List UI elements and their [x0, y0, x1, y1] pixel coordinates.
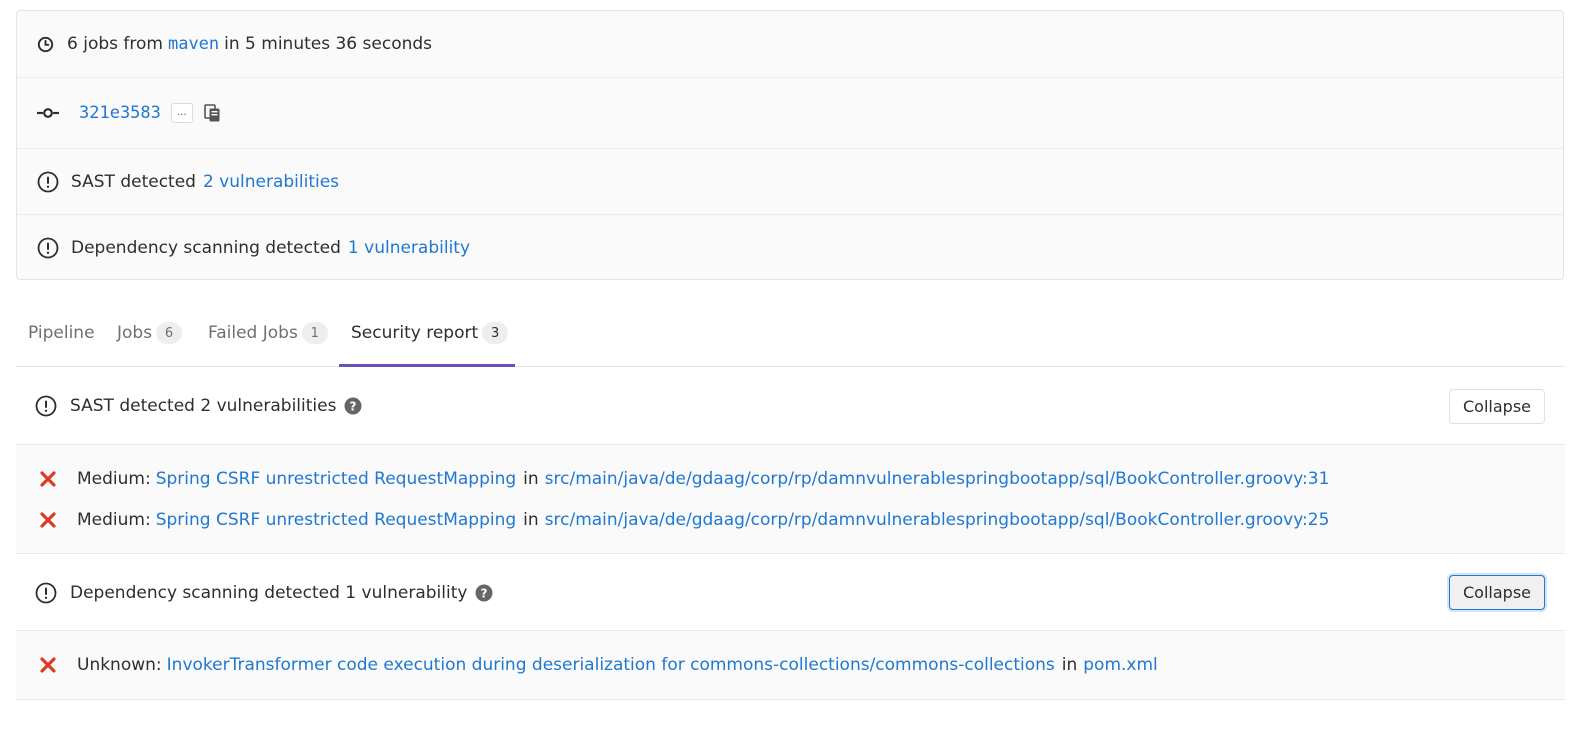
dependency-summary-text: Dependency scanning detected	[71, 238, 341, 258]
warning-circle-icon	[37, 171, 59, 193]
tab-label: Security report	[351, 323, 479, 343]
in-label: in	[523, 469, 539, 489]
tab-label: Jobs	[117, 323, 153, 343]
question-circle-icon[interactable]: ?	[475, 584, 493, 602]
vulnerability-title-link[interactable]: InvokerTransformer code execution during…	[167, 655, 1055, 675]
section-title: Dependency scanning detected 1 vulnerabi…	[70, 582, 468, 603]
active-tab-indicator	[339, 364, 515, 367]
list-item: Medium: Spring CSRF unrestricted Request…	[40, 507, 1565, 533]
sast-findings-list: Medium: Spring CSRF unrestricted Request…	[16, 445, 1565, 554]
close-icon	[40, 471, 60, 487]
duration-text: in 5 minutes 36 seconds	[224, 34, 433, 54]
list-item: Unknown: InvokerTransformer code executi…	[40, 652, 1565, 678]
svg-text:?: ?	[350, 399, 357, 413]
commit-icon	[37, 107, 59, 119]
warning-circle-icon	[37, 237, 59, 259]
commit-message-toggle-button[interactable]: ...	[170, 103, 193, 123]
branch-link[interactable]: maven	[168, 34, 219, 54]
vulnerability-title-link[interactable]: Spring CSRF unrestricted RequestMapping	[156, 510, 516, 530]
sast-vulnerabilities-link[interactable]: 2 vulnerabilities	[203, 172, 339, 192]
pipeline-duration-row: 6 jobs from maven in 5 minutes 36 second…	[17, 11, 1563, 78]
jobs-count-text: 6 jobs from	[67, 34, 163, 54]
dependency-findings-list: Unknown: InvokerTransformer code executi…	[16, 631, 1565, 700]
tab-jobs[interactable]: Jobs 6	[117, 300, 183, 366]
collapse-button[interactable]: Collapse	[1449, 575, 1545, 610]
tab-security-report[interactable]: Security report 3	[351, 300, 509, 366]
tab-count-badge: 6	[156, 322, 183, 344]
severity-label: Unknown:	[77, 655, 162, 675]
collapse-button[interactable]: Collapse	[1449, 388, 1545, 424]
tab-count-badge: 1	[301, 322, 328, 344]
in-label: in	[523, 510, 539, 530]
pipeline-tabs: Pipeline Jobs 6 Failed Jobs 1 Security r…	[16, 300, 1565, 367]
severity-label: Medium:	[77, 469, 151, 489]
warning-circle-icon	[35, 395, 57, 417]
copy-icon[interactable]	[203, 103, 223, 123]
tab-count-badge: 3	[482, 322, 509, 344]
commit-row: 321e3583 ...	[17, 78, 1563, 149]
close-icon	[40, 657, 60, 673]
dependency-vulnerability-link[interactable]: 1 vulnerability	[348, 238, 470, 258]
sast-summary-text: SAST detected	[71, 171, 196, 192]
question-circle-icon[interactable]: ?	[344, 397, 362, 415]
close-icon	[40, 512, 60, 528]
sast-section-header: SAST detected 2 vulnerabilities ? Collap…	[16, 368, 1565, 445]
in-label: in	[1061, 655, 1078, 675]
commit-sha-link[interactable]: 321e3583	[79, 103, 161, 123]
pipeline-info-card: 6 jobs from maven in 5 minutes 36 second…	[16, 10, 1564, 280]
vulnerability-title-link[interactable]: Spring CSRF unrestricted RequestMapping	[156, 469, 516, 489]
tab-failed-jobs[interactable]: Failed Jobs 1	[208, 300, 328, 366]
file-path-link[interactable]: pom.xml	[1083, 655, 1158, 675]
list-item: Medium: Spring CSRF unrestricted Request…	[40, 466, 1565, 492]
file-path-link[interactable]: src/main/java/de/gdaag/corp/rp/damnvulne…	[545, 469, 1330, 489]
svg-text:?: ?	[481, 586, 488, 600]
section-title: SAST detected 2 vulnerabilities	[70, 396, 337, 416]
severity-label: Medium:	[77, 510, 151, 530]
tab-label: Failed Jobs	[208, 323, 298, 343]
file-path-link[interactable]: src/main/java/de/gdaag/corp/rp/damnvulne…	[545, 510, 1330, 530]
warning-circle-icon	[35, 582, 57, 604]
sast-summary-row: SAST detected 2 vulnerabilities	[17, 149, 1563, 215]
tab-label: Pipeline	[28, 323, 95, 343]
tab-pipeline[interactable]: Pipeline	[28, 300, 95, 366]
clock-icon	[37, 36, 54, 53]
dependency-summary-row: Dependency scanning detected 1 vulnerabi…	[17, 215, 1563, 281]
dependency-section-header: Dependency scanning detected 1 vulnerabi…	[16, 555, 1565, 631]
